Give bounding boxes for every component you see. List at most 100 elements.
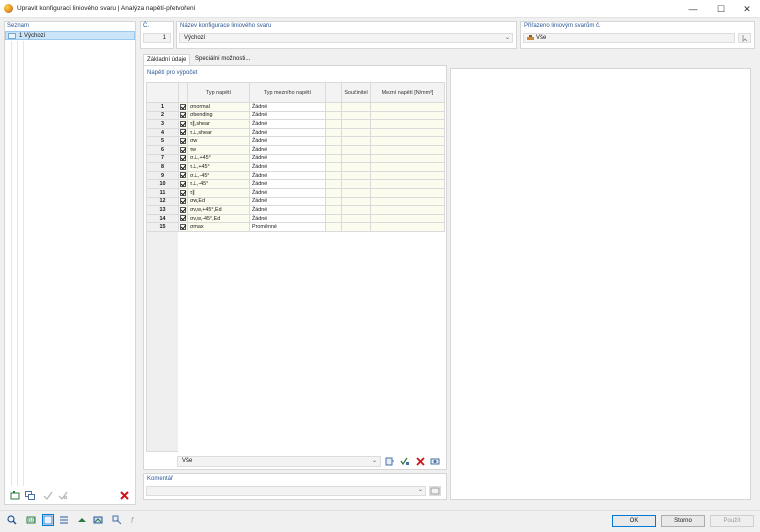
assign-tool[interactable] (111, 514, 123, 526)
row-limit-stress[interactable] (370, 127, 445, 138)
row-checkbox[interactable] (178, 136, 188, 146)
row-checkbox[interactable] (178, 196, 188, 207)
row-limit-type[interactable]: Žádné (249, 102, 326, 112)
table-row[interactable]: 10 τ⊥,-45° Žádné (146, 179, 445, 189)
table-row[interactable]: 14 σv,w,-45°,Ed Žádné (146, 213, 445, 224)
row-factor[interactable] (341, 187, 371, 198)
chevron-down-icon[interactable]: ⌄ (505, 34, 510, 41)
close-button[interactable]: ✕ (734, 0, 760, 18)
row-checkbox[interactable] (178, 222, 188, 232)
row-checkbox[interactable] (178, 144, 188, 155)
row-limit-stress[interactable] (370, 136, 445, 146)
table-row[interactable]: 8 τ⊥,+45° Žádné (146, 162, 445, 172)
row-limit-stress[interactable] (370, 187, 445, 198)
row-limit-stress[interactable] (370, 153, 445, 164)
row-checkbox[interactable] (178, 179, 188, 189)
number-field[interactable]: 1 (143, 33, 171, 43)
maximize-button[interactable]: ☐ (708, 0, 734, 18)
row-checkbox[interactable] (178, 153, 188, 164)
table-row[interactable]: 9 σ⊥,-45° Žádné (146, 170, 445, 181)
row-limit-stress[interactable] (370, 222, 445, 232)
uncheck-button[interactable] (57, 490, 69, 500)
row-limit-type[interactable]: Žádné (249, 153, 326, 164)
row-limit-stress[interactable] (370, 119, 445, 129)
row-checkbox[interactable] (178, 127, 188, 138)
table-row[interactable]: 5 σw Žádné (146, 136, 445, 146)
cancel-button[interactable]: Storno (661, 515, 705, 527)
chevron-down-icon[interactable]: ⌄ (418, 486, 423, 493)
units-tool[interactable]: 0.0 (25, 514, 37, 526)
row-limit-stress[interactable] (370, 179, 445, 189)
tab-special[interactable]: Speciální možnosti... (192, 54, 253, 65)
row-limit-type[interactable]: Žádné (249, 170, 326, 181)
filter-select[interactable]: Vše (177, 456, 381, 467)
comment-field[interactable] (146, 486, 426, 496)
minimize-button[interactable]: — (680, 0, 706, 18)
row-factor[interactable] (341, 170, 371, 181)
row-limit-stress[interactable] (370, 205, 445, 215)
table-row[interactable]: 15 σmax Proměnné (146, 222, 445, 232)
comment-library-button[interactable] (429, 486, 441, 496)
row-factor[interactable] (341, 179, 371, 189)
copy-item-button[interactable] (24, 490, 36, 500)
table-row[interactable]: 12 σw,Ed Žádné (146, 196, 445, 207)
row-factor[interactable] (341, 213, 371, 224)
row-limit-stress[interactable] (370, 196, 445, 207)
row-factor[interactable] (341, 196, 371, 207)
row-limit-stress[interactable] (370, 102, 445, 112)
check-button[interactable] (42, 490, 54, 500)
row-limit-stress[interactable] (370, 162, 445, 172)
row-checkbox[interactable] (178, 102, 188, 112)
row-factor[interactable] (341, 205, 371, 215)
row-factor[interactable] (341, 144, 371, 155)
row-limit-stress[interactable] (370, 170, 445, 181)
row-limit-type[interactable]: Proměnné (249, 222, 326, 232)
row-factor[interactable] (341, 102, 371, 112)
row-checkbox[interactable] (178, 187, 188, 198)
graphic-tool[interactable] (92, 514, 104, 526)
row-limit-type[interactable]: Žádné (249, 187, 326, 198)
row-limit-type[interactable]: Žádné (249, 196, 326, 207)
table-row[interactable]: 4 τ⊥,shear Žádné (146, 127, 445, 138)
row-factor[interactable] (341, 119, 371, 129)
row-limit-type[interactable]: Žádné (249, 162, 326, 172)
view-tool[interactable] (42, 514, 54, 526)
table-row[interactable]: 1 σnormal Žádné (146, 102, 445, 112)
row-limit-type[interactable]: Žádné (249, 179, 326, 189)
row-factor[interactable] (341, 110, 371, 121)
row-checkbox[interactable] (178, 110, 188, 121)
row-checkbox[interactable] (178, 205, 188, 215)
row-limit-type[interactable]: Žádné (249, 144, 326, 155)
row-limit-stress[interactable] (370, 110, 445, 121)
row-checkbox[interactable] (178, 170, 188, 181)
table-tool-4[interactable] (429, 456, 441, 466)
row-limit-type[interactable]: Žádné (249, 119, 326, 129)
ok-button[interactable]: OK (612, 515, 656, 527)
search-tool[interactable] (6, 514, 18, 526)
row-checkbox[interactable] (178, 119, 188, 129)
row-limit-type[interactable]: Žádné (249, 136, 326, 146)
row-factor[interactable] (341, 127, 371, 138)
row-limit-type[interactable]: Žádné (249, 205, 326, 215)
row-limit-type[interactable]: Žádné (249, 127, 326, 138)
table-tool-delete[interactable] (414, 456, 426, 466)
new-item-button[interactable] (9, 490, 21, 500)
formula-tool[interactable]: f (129, 514, 141, 526)
name-field[interactable]: Výchozí (179, 33, 513, 43)
row-limit-stress[interactable] (370, 144, 445, 155)
delete-button[interactable] (118, 490, 130, 500)
row-limit-type[interactable]: Žádné (249, 213, 326, 224)
table-row[interactable]: 3 τ∥,shear Žádné (146, 119, 445, 129)
row-checkbox[interactable] (178, 162, 188, 172)
row-checkbox[interactable] (178, 213, 188, 224)
row-limit-stress[interactable] (370, 213, 445, 224)
list-tool[interactable] (58, 514, 70, 526)
row-factor[interactable] (341, 162, 371, 172)
row-factor[interactable] (341, 136, 371, 146)
table-tool-1[interactable] (384, 456, 396, 466)
row-factor[interactable] (341, 153, 371, 164)
list-item[interactable]: 1 Výchozí (5, 31, 135, 40)
table-tool-2[interactable] (399, 456, 411, 466)
table-row[interactable]: 13 σv,w,+45°,Ed Žádné (146, 205, 445, 215)
tab-basic[interactable]: Základní údaje (143, 54, 191, 65)
